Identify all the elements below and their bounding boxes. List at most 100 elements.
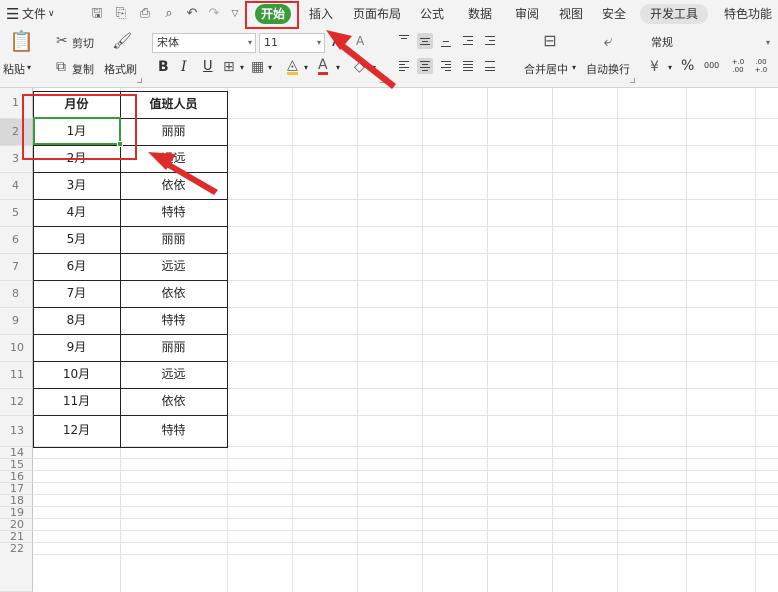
table-cell-staff[interactable]: 丽丽 [120,334,227,361]
italic-button[interactable]: I [181,59,187,75]
increase-decimal-button[interactable]: +.0 .00 [729,58,747,74]
row-header[interactable]: 11 [0,362,33,389]
table-cell-staff[interactable]: 远远 [120,253,227,280]
table-cell-staff[interactable]: 依依 [120,172,227,199]
wrap-text-button[interactable]: 自动换行 [586,61,630,77]
paste-button[interactable]: 粘贴 [3,61,25,77]
paste-dropdown-icon[interactable]: ▾ [27,63,31,72]
table-cell-month[interactable]: 5月 [33,226,120,253]
font-color-dropdown-icon[interactable]: ▾ [336,63,340,72]
copy-icon[interactable]: ⧉ [56,58,66,76]
row-header[interactable]: 22 [0,543,33,592]
align-right-icon[interactable] [438,58,454,74]
tab-developer-tools[interactable]: 开发工具 [640,4,708,24]
spreadsheet-grid[interactable]: 1 2 3 4 5 6 7 8 9 10 11 12 13 14 15 16 1… [0,88,778,592]
table-cell-staff[interactable]: 丽丽 [120,226,227,253]
row-header[interactable]: 5 [0,200,33,227]
border-dropdown-icon[interactable]: ▾ [240,63,244,72]
table-cell-month[interactable]: 3月 [33,172,120,199]
file-menu[interactable]: 文件 [22,0,46,28]
table-cell-staff[interactable]: 依依 [120,280,227,307]
chevron-down-icon[interactable]: ∨ [48,0,55,28]
border-icon[interactable]: ⊞ [223,58,235,76]
table-cell-month[interactable]: 7月 [33,280,120,307]
font-color-icon[interactable]: A [318,58,328,75]
align-center-icon[interactable] [417,58,433,74]
clipboard-group-launcher[interactable] [137,78,142,83]
align-bottom-icon[interactable] [438,33,454,49]
table-cell-month[interactable]: 4月 [33,199,120,226]
fill-color-dropdown-icon[interactable]: ▾ [304,63,308,72]
bold-button[interactable]: B [158,59,169,75]
format-painter-icon[interactable]: 🖌 [112,32,132,50]
wrap-text-icon[interactable]: ⤶ [596,32,620,50]
tab-page-layout[interactable]: 页面布局 [352,4,402,24]
merge-center-button[interactable]: 合并居中 [524,61,568,77]
tab-formula[interactable]: 公式 [418,4,446,24]
table-cell-staff[interactable]: 特特 [120,307,227,334]
row-header[interactable]: 4 [0,173,33,200]
table-cell-month[interactable]: 8月 [33,307,120,334]
export-icon[interactable]: ⎘ [112,5,130,23]
hamburger-icon[interactable]: ☰ [6,0,19,28]
align-left-icon[interactable] [396,58,412,74]
table-cell-staff[interactable]: 依依 [120,388,227,415]
print-preview-icon[interactable]: ⌕ [160,5,178,23]
justify-icon[interactable] [460,58,476,74]
paste-icon[interactable]: 📋 [9,30,34,52]
tab-review[interactable]: 审阅 [513,4,541,24]
clear-format-icon[interactable]: ◇ [354,58,365,76]
increase-indent-icon[interactable] [482,33,498,49]
number-format-select[interactable]: 常规 ▾ [646,33,774,53]
print-icon[interactable]: ⎙ [136,5,154,23]
alignment-group-launcher[interactable] [630,78,635,83]
font-size-select[interactable]: 11 ▾ [259,33,325,53]
redo-icon[interactable]: ↷ [205,5,223,23]
copy-button[interactable]: 复制 [72,61,94,77]
decrease-decimal-button[interactable]: .00 +.0 [752,58,770,74]
currency-icon[interactable]: ¥ [650,58,659,76]
table-cell-staff[interactable]: 特特 [120,415,227,446]
decrease-indent-icon[interactable] [460,33,476,49]
quick-access-dropdown-icon[interactable]: ▽ [226,5,244,23]
clear-format-dropdown-icon[interactable]: ▾ [372,63,376,72]
table-cell-month[interactable]: 11月 [33,388,120,415]
table-cell-month[interactable]: 9月 [33,334,120,361]
font-group-launcher[interactable] [380,78,385,83]
thousands-separator-button[interactable]: 000 [704,61,719,70]
table-cell-month[interactable]: 10月 [33,361,120,388]
scissors-icon[interactable]: ✂ [56,32,68,50]
merge-center-dropdown-icon[interactable]: ▾ [572,63,576,72]
row-header[interactable]: 8 [0,281,33,308]
font-name-select[interactable]: 宋体 ▾ [152,33,256,53]
table-cell-month[interactable]: 6月 [33,253,120,280]
tab-data[interactable]: 数据 [466,4,494,24]
grow-font-button[interactable]: A [332,31,343,50]
row-header[interactable]: 9 [0,308,33,335]
fill-color-icon[interactable]: ◬ [287,58,298,75]
tab-security[interactable]: 安全 [600,4,628,24]
shrink-font-button[interactable]: A [356,34,364,48]
table-cell-staff[interactable]: 远远 [120,361,227,388]
cell-style-icon[interactable]: ▦ [251,58,264,76]
currency-dropdown-icon[interactable]: ▾ [668,63,672,72]
row-header[interactable]: 13 [0,416,33,447]
undo-icon[interactable]: ↶ [183,5,201,23]
tab-insert[interactable]: 插入 [307,4,335,24]
merge-center-icon[interactable]: ⊟ [538,32,562,50]
table-cell-month[interactable]: 12月 [33,415,120,446]
align-middle-icon[interactable] [417,33,433,49]
cut-button[interactable]: 剪切 [72,35,94,51]
tab-view[interactable]: 视图 [557,4,585,24]
row-header[interactable]: 10 [0,335,33,362]
align-top-icon[interactable] [396,33,412,49]
row-header[interactable]: 6 [0,227,33,254]
row-header[interactable]: 12 [0,389,33,416]
save-icon[interactable]: 🖫 [88,5,106,23]
row-header[interactable]: 7 [0,254,33,281]
table-cell-staff[interactable]: 特特 [120,199,227,226]
tab-special-features[interactable]: 特色功能 [720,4,776,24]
underline-button[interactable]: U [203,59,213,74]
percent-button[interactable]: % [681,58,694,74]
format-painter-button[interactable]: 格式刷 [104,61,137,77]
